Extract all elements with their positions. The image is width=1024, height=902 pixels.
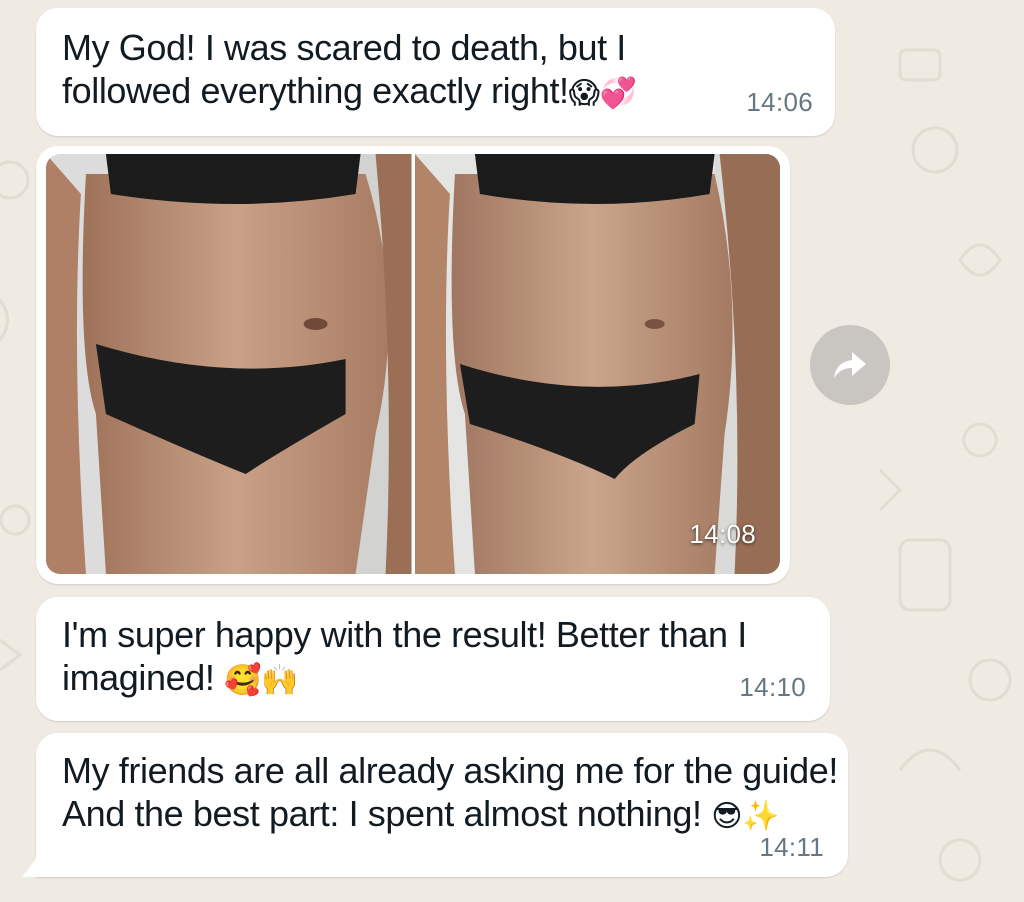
message-bubble-4[interactable]: My friends are all already asking me for… <box>36 733 848 877</box>
message-text-line: followed everything exactly right!😱💞 <box>62 70 637 111</box>
smiling-hearts-emoji-icon: 🥰🙌 <box>224 663 299 698</box>
image-timestamp: 14:08 <box>689 519 756 549</box>
forward-arrow-icon <box>834 352 866 378</box>
message-text-line: My God! I was scared to death, but I <box>62 27 626 68</box>
message-bubble-1[interactable]: My God! I was scared to death, but I fol… <box>36 8 835 136</box>
image-collage[interactable]: 14:08 <box>46 154 780 574</box>
bubble-tail <box>22 856 38 877</box>
message-text-line: And the best part: I spent almost nothin… <box>62 793 780 834</box>
message-text-line: I'm super happy with the result! Better … <box>62 614 747 655</box>
message-text-line: imagined! 🥰🙌 <box>62 657 299 698</box>
before-photo[interactable] <box>46 154 412 574</box>
scream-emoji-icon: 😱💞 <box>568 76 637 111</box>
message-bubble-3[interactable]: I'm super happy with the result! Better … <box>36 597 830 721</box>
after-photo[interactable]: 14:08 <box>414 154 780 574</box>
image-message-bubble[interactable]: 14:08 <box>36 146 790 584</box>
forward-button[interactable] <box>810 325 890 405</box>
message-timestamp: 14:10 <box>739 672 806 702</box>
message-text-line: My friends are all already asking me for… <box>62 750 838 791</box>
message-timestamp: 14:06 <box>746 87 813 117</box>
message-timestamp: 14:11 <box>759 832 824 862</box>
